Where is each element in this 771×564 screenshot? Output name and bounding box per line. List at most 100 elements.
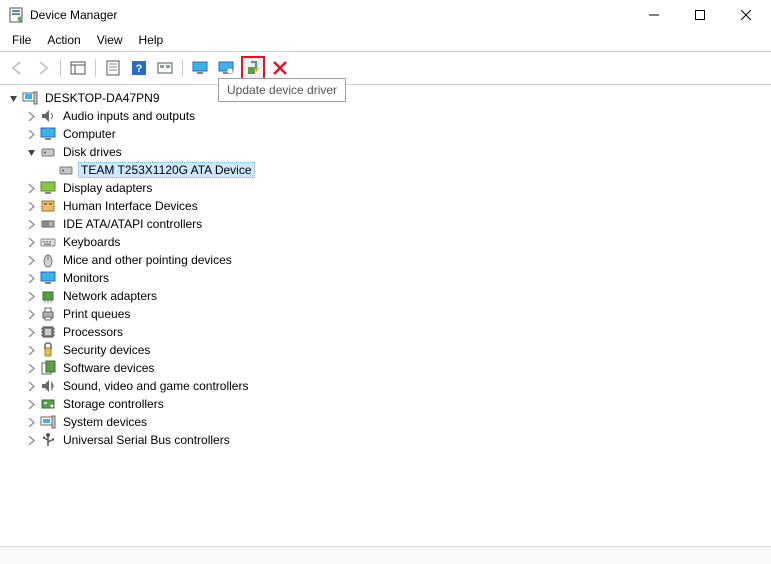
tree-category-label: Software devices (60, 360, 157, 376)
keyboard-icon (40, 234, 56, 250)
tree-category[interactable]: System devices (6, 413, 771, 431)
expand-toggle[interactable] (6, 91, 20, 105)
ide-icon (40, 216, 56, 232)
tree-category-label: Network adapters (60, 288, 160, 304)
maximize-button[interactable] (677, 0, 723, 30)
monitor1-button[interactable] (189, 57, 211, 79)
expand-toggle[interactable] (24, 289, 38, 303)
sound-icon (40, 378, 56, 394)
tree-root-label: DESKTOP-DA47PN9 (42, 90, 163, 106)
expand-toggle[interactable] (24, 199, 38, 213)
tree-category[interactable]: Security devices (6, 341, 771, 359)
tree-category[interactable]: Human Interface Devices (6, 197, 771, 215)
computer-icon (22, 90, 38, 106)
tree-category[interactable]: Universal Serial Bus controllers (6, 431, 771, 449)
tree-category-label: Human Interface Devices (60, 198, 201, 214)
menu-action[interactable]: Action (39, 31, 88, 49)
expand-toggle[interactable] (24, 415, 38, 429)
forward-button (32, 57, 54, 79)
tree-category-label: Storage controllers (60, 396, 167, 412)
tree-category-label: Monitors (60, 270, 112, 286)
disk-icon (40, 144, 56, 160)
tree-category[interactable]: Mice and other pointing devices (6, 251, 771, 269)
tree-device-label: TEAM T253X1120G ATA Device (78, 162, 255, 178)
tree-category[interactable]: Audio inputs and outputs (6, 107, 771, 125)
tree-category[interactable]: Disk drives (6, 143, 771, 161)
expand-toggle[interactable] (24, 109, 38, 123)
expand-toggle[interactable] (24, 325, 38, 339)
expand-toggle[interactable] (24, 181, 38, 195)
app-icon (8, 7, 24, 23)
svg-text:?: ? (136, 63, 143, 75)
tree-category-label: System devices (60, 414, 150, 430)
statusbar (0, 546, 771, 564)
titlebar: Device Manager (0, 0, 771, 30)
network-icon (40, 288, 56, 304)
tree-category[interactable]: IDE ATA/ATAPI controllers (6, 215, 771, 233)
tree-category-label: Disk drives (60, 144, 125, 160)
expand-toggle[interactable] (24, 217, 38, 231)
minimize-button[interactable] (631, 0, 677, 30)
close-button[interactable] (723, 0, 769, 30)
tree-category[interactable]: Processors (6, 323, 771, 341)
tree-category-label: IDE ATA/ATAPI controllers (60, 216, 205, 232)
printer-icon (40, 306, 56, 322)
tree-category[interactable]: Monitors (6, 269, 771, 287)
tree-category[interactable]: Print queues (6, 305, 771, 323)
toolbar-divider (182, 59, 183, 77)
menu-file[interactable]: File (4, 31, 39, 49)
expand-toggle[interactable] (24, 127, 38, 141)
monitor-icon (40, 270, 56, 286)
display-icon (40, 180, 56, 196)
tree-category-label: Print queues (60, 306, 133, 322)
hid-icon (40, 198, 56, 214)
expand-toggle[interactable] (24, 145, 38, 159)
expand-toggle[interactable] (24, 397, 38, 411)
toolbar: ? (0, 52, 771, 85)
tree-category-label: Processors (60, 324, 126, 340)
mouse-icon (40, 252, 56, 268)
tree-category-label: Universal Serial Bus controllers (60, 432, 233, 448)
storage-icon (40, 396, 56, 412)
help-button[interactable]: ? (128, 57, 150, 79)
tree-category-label: Keyboards (60, 234, 123, 250)
window-title: Device Manager (30, 8, 631, 22)
tree-category[interactable]: Display adapters (6, 179, 771, 197)
tree-device[interactable]: TEAM T253X1120G ATA Device (6, 161, 771, 179)
expand-toggle[interactable] (24, 379, 38, 393)
tree-category[interactable]: Storage controllers (6, 395, 771, 413)
tree-category-label: Display adapters (60, 180, 155, 196)
expand-toggle[interactable] (24, 433, 38, 447)
expand-toggle[interactable] (24, 361, 38, 375)
tree-category-label: Security devices (60, 342, 153, 358)
menubar: File Action View Help (0, 30, 771, 50)
expand-toggle[interactable] (24, 307, 38, 321)
tree-category[interactable]: Software devices (6, 359, 771, 377)
properties-button[interactable] (102, 57, 124, 79)
window-controls (631, 0, 769, 30)
tree-category-label: Audio inputs and outputs (60, 108, 198, 124)
disk-icon (58, 162, 74, 178)
tree-category-label: Mice and other pointing devices (60, 252, 235, 268)
expand-toggle[interactable] (24, 235, 38, 249)
expand-toggle[interactable] (24, 253, 38, 267)
uninstall-button[interactable] (269, 57, 291, 79)
scan-hardware-button[interactable] (154, 57, 176, 79)
tree-category[interactable]: Keyboards (6, 233, 771, 251)
tree-category-label: Sound, video and game controllers (60, 378, 251, 394)
expand-toggle[interactable] (24, 271, 38, 285)
cpu-icon (40, 324, 56, 340)
tree-category[interactable]: Network adapters (6, 287, 771, 305)
tree-category[interactable]: Sound, video and game controllers (6, 377, 771, 395)
audio-icon (40, 108, 56, 124)
expand-toggle[interactable] (24, 343, 38, 357)
tree-category[interactable]: Computer (6, 125, 771, 143)
tree-root[interactable]: DESKTOP-DA47PN9 (6, 89, 771, 107)
menu-view[interactable]: View (89, 31, 131, 49)
update-driver-button[interactable] (241, 56, 265, 80)
device-tree: DESKTOP-DA47PN9 Audio inputs and outputsC… (0, 85, 771, 449)
software-icon (40, 360, 56, 376)
monitor2-button[interactable] (215, 57, 237, 79)
menu-help[interactable]: Help (131, 31, 172, 49)
show-hide-console-button[interactable] (67, 57, 89, 79)
